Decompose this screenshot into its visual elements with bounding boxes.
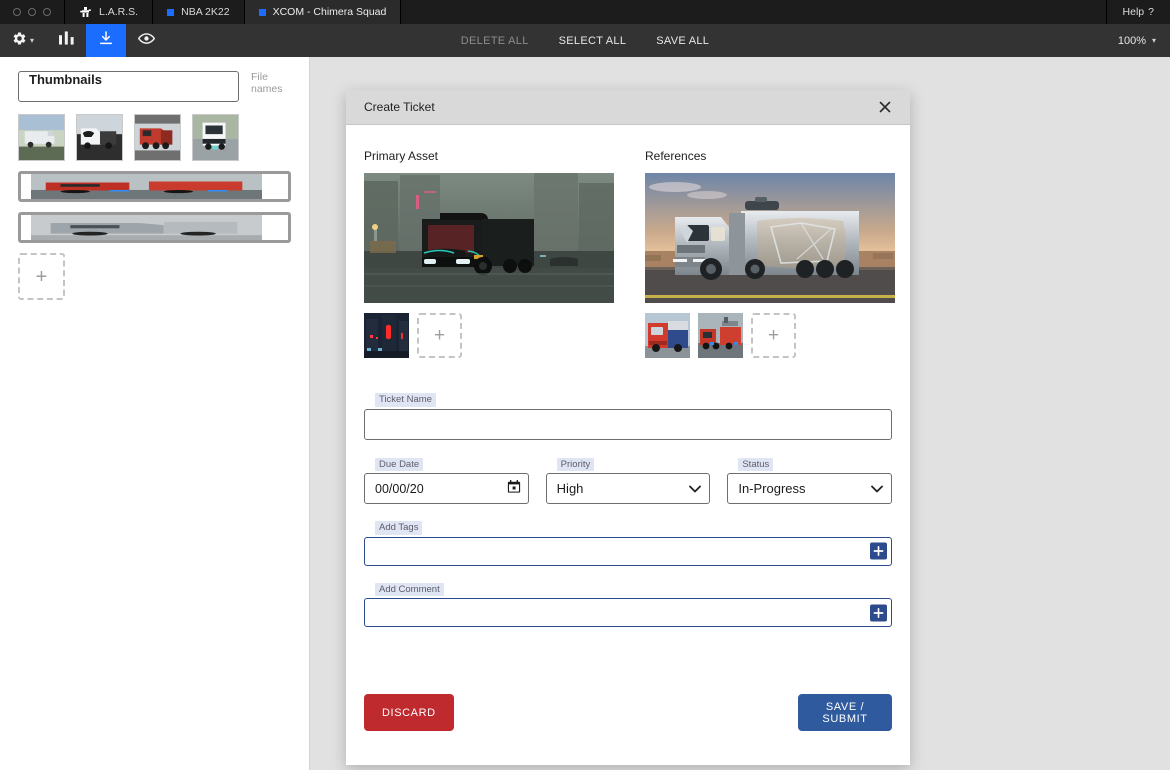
chart-view-button[interactable] (46, 24, 86, 57)
status-field: Status In-Progress Open Closed (727, 454, 893, 504)
help-button[interactable]: Help ? (1105, 0, 1170, 24)
due-date-input[interactable] (364, 473, 529, 504)
workspace: Thumbnails File names + Create Ticket Pr… (0, 57, 1170, 770)
primary-asset-heading: Primary Asset (364, 149, 439, 163)
primary-asset-image[interactable] (364, 173, 614, 303)
add-comment-input[interactable] (364, 598, 892, 627)
settings-button[interactable]: ▾ (0, 24, 46, 57)
save-all-button[interactable]: SAVE ALL (656, 35, 709, 47)
close-icon[interactable] (876, 98, 894, 116)
plus-icon: + (767, 325, 780, 346)
tab-nba-2k22[interactable]: NBA 2K22 (152, 0, 243, 24)
window-close-dot[interactable] (13, 8, 21, 16)
add-tags-field: Add Tags (364, 517, 892, 566)
window-minimize-dot[interactable] (28, 8, 36, 16)
ticket-name-input[interactable] (364, 408, 892, 440)
preview-button[interactable] (126, 24, 166, 57)
thumbnail-item[interactable] (18, 212, 291, 243)
chevron-down-icon: ▾ (1151, 36, 1156, 45)
primary-asset-column: Primary Asset + (364, 149, 614, 358)
tab-xcom-chimera-squad[interactable]: XCOM - Chimera Squad (243, 0, 401, 24)
add-comment-button[interactable] (870, 604, 887, 621)
thumbnail-item[interactable] (18, 114, 65, 161)
thumbnail-item[interactable] (18, 171, 291, 202)
tab-thumbnails[interactable]: Thumbnails (18, 71, 239, 102)
discard-button[interactable]: DISCARD (364, 694, 454, 731)
thumbnail-item[interactable] (192, 114, 239, 161)
thumbnail-item[interactable] (134, 114, 181, 161)
create-ticket-dialog: Create Ticket Primary Asset + References… (346, 90, 910, 765)
reference-thumbnails: + (645, 313, 895, 358)
due-date-label: Due Date (375, 457, 424, 471)
asset-thumbnail[interactable] (698, 313, 743, 358)
add-thumbnail-button[interactable]: + (18, 253, 65, 300)
tab-file-names[interactable]: File names (251, 71, 291, 102)
add-comment-label: Add Comment (375, 582, 444, 596)
tab-label: XCOM - Chimera Squad (272, 6, 387, 18)
priority-field: Priority High Medium Low (545, 454, 711, 504)
add-tags-input[interactable] (364, 536, 892, 566)
tab-label: NBA 2K22 (181, 6, 230, 18)
download-icon (98, 30, 114, 51)
asset-thumbnail[interactable] (645, 313, 690, 358)
eye-icon (137, 32, 155, 50)
delete-all-button[interactable]: DELETE ALL (461, 35, 529, 47)
due-date-field: Due Date (364, 454, 529, 504)
meta-row: Due Date 00/00/20 Priority High Status I… (364, 454, 893, 504)
references-heading: References (645, 149, 707, 163)
main-toolbar: ▾ DELETE ALL SELECT ALL SAVE ALL 100% ▾ (0, 24, 1170, 57)
zoom-control[interactable]: 100% ▾ (1118, 24, 1156, 57)
ticket-name-field: Ticket Name (364, 389, 892, 440)
window-tab-bar: L.A.R.S. NBA 2K22 XCOM - Chimera Squad H… (0, 0, 1170, 24)
select-all-button[interactable]: SELECT ALL (559, 35, 627, 47)
priority-select[interactable]: High Medium Low (545, 473, 711, 504)
references-column: References + (645, 149, 895, 358)
lars-icon (79, 6, 92, 19)
add-tags-label: Add Tags (375, 521, 423, 535)
canvas-area: Create Ticket Primary Asset + References… (310, 57, 1170, 770)
asset-sidebar: Thumbnails File names + (0, 57, 310, 770)
dialog-body: Primary Asset + References + Ticket Name… (346, 125, 910, 694)
add-comment-field: Add Comment (364, 579, 892, 627)
calendar-icon[interactable] (507, 479, 521, 498)
add-primary-asset-button[interactable]: + (417, 313, 462, 358)
square-icon (258, 8, 266, 16)
thumbnail-item[interactable] (76, 114, 123, 161)
window-maximize-dot[interactable] (43, 8, 51, 16)
priority-label: Priority (556, 457, 595, 471)
asset-columns: Primary Asset + References + (364, 149, 895, 358)
ticket-name-label: Ticket Name (375, 393, 436, 407)
bar-chart-icon (58, 31, 74, 50)
add-tag-button[interactable] (870, 542, 887, 560)
dialog-header: Create Ticket (346, 90, 910, 125)
primary-asset-thumbnails: + (364, 313, 614, 358)
tab-lars[interactable]: L.A.R.S. (64, 0, 152, 24)
plus-icon: + (433, 325, 446, 346)
thumbnail-grid: + (0, 114, 309, 300)
download-button[interactable] (86, 24, 126, 57)
add-reference-button[interactable]: + (751, 313, 796, 358)
zoom-value: 100% (1117, 34, 1146, 47)
help-label: Help (1122, 6, 1145, 18)
window-controls[interactable] (0, 0, 64, 24)
dialog-title: Create Ticket (364, 100, 435, 114)
chevron-down-icon: ▾ (29, 36, 34, 45)
save-submit-button[interactable]: SAVE / SUBMIT (798, 694, 892, 731)
status-select[interactable]: In-Progress Open Closed (727, 473, 893, 504)
gear-icon (12, 31, 27, 51)
references-image[interactable] (645, 173, 895, 303)
dialog-footer: DISCARD SAVE / SUBMIT (346, 694, 910, 731)
sidebar-view-tabs: Thumbnails File names (0, 71, 309, 114)
tab-label: L.A.R.S. (99, 6, 139, 18)
toolbar-actions: DELETE ALL SELECT ALL SAVE ALL (0, 24, 1170, 57)
asset-thumbnail[interactable] (364, 313, 409, 358)
ticket-form: Ticket Name Due Date 00/00/20 Priority H… (364, 389, 893, 627)
square-icon (167, 8, 175, 16)
plus-icon: + (35, 265, 48, 288)
status-label: Status (738, 457, 774, 471)
tab-bar-spacer (400, 0, 1105, 24)
question-mark-icon: ? (1148, 6, 1154, 18)
